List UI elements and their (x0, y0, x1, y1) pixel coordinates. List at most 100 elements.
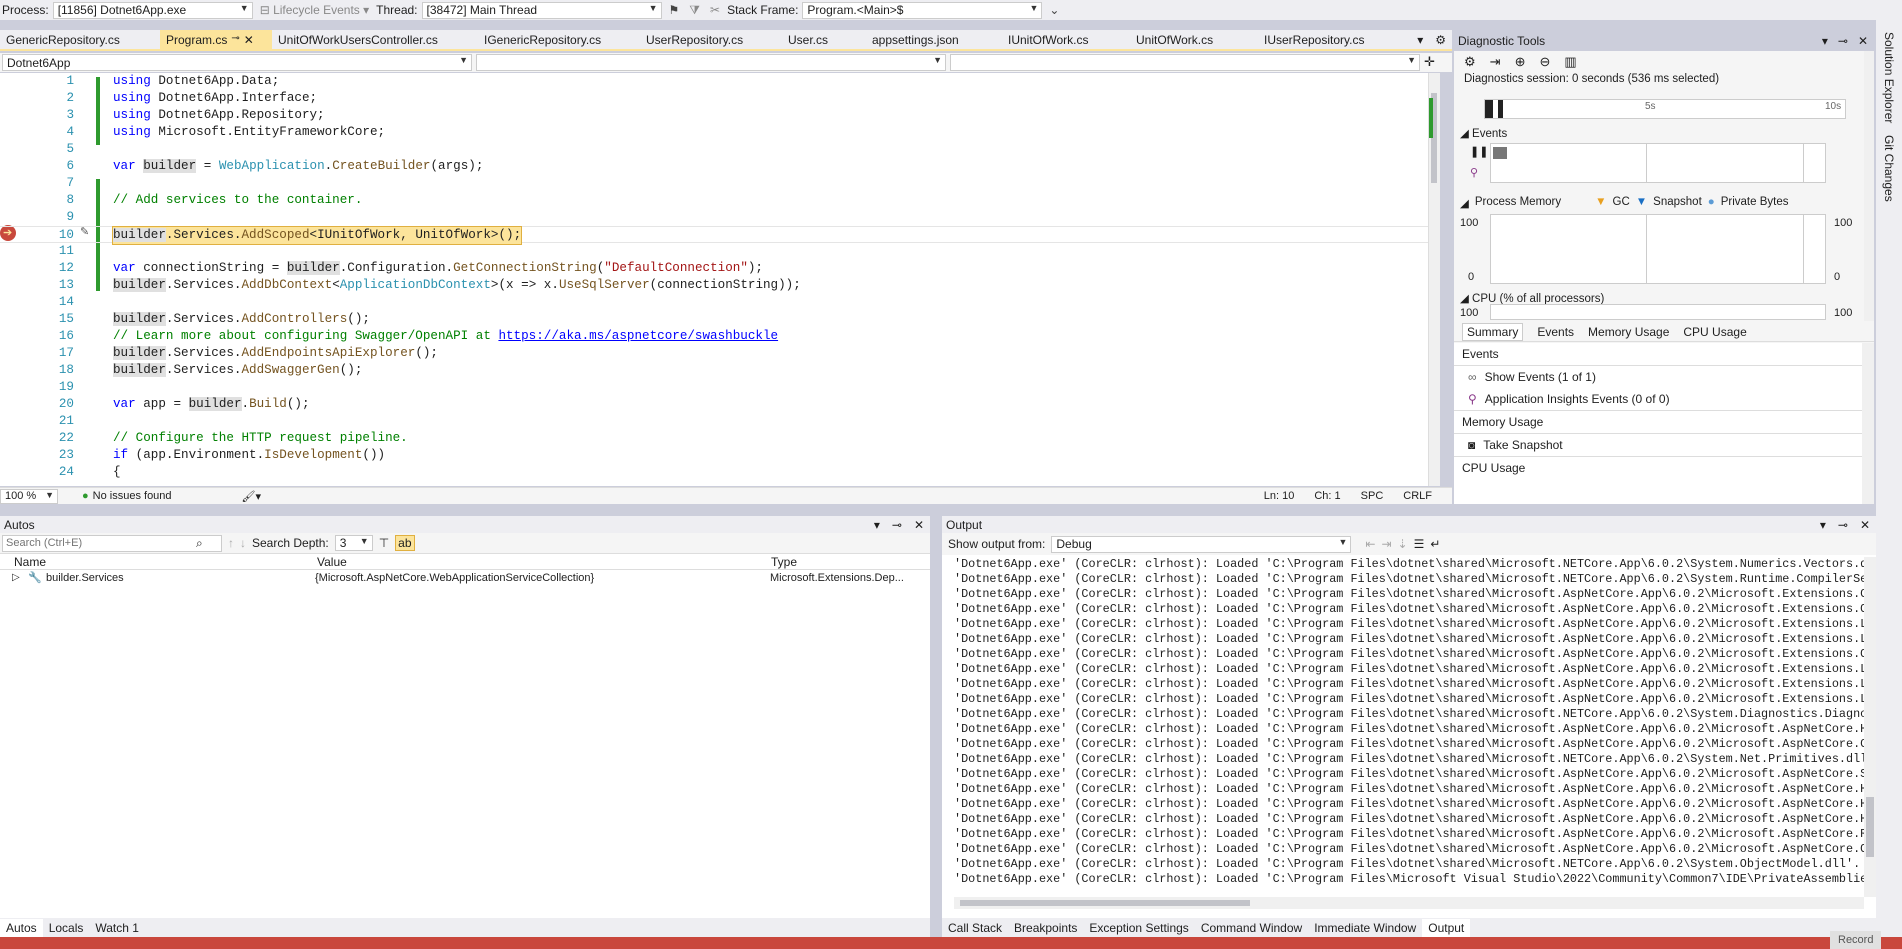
output-text[interactable]: 'Dotnet6App.exe' (CoreCLR: clrhost): Loa… (954, 557, 1864, 892)
project-combo[interactable]: Dotnet6App ▼ (2, 54, 472, 71)
tab-call-stack[interactable]: Call Stack (942, 919, 1008, 937)
lifecycle-events-button[interactable]: ⊟ Lifecycle Events ▾ (257, 3, 372, 17)
overflow-icon[interactable]: ⌄ (1046, 3, 1062, 17)
take-snapshot-button[interactable]: Take Snapshot (1483, 438, 1562, 452)
tab-summary[interactable]: Summary (1462, 322, 1524, 341)
column-header-value[interactable]: Value (317, 555, 347, 569)
memory-graph[interactable] (1490, 214, 1826, 284)
diagnostic-scrollbar[interactable] (1864, 51, 1874, 321)
line-ending-indicator[interactable]: CRLF (1403, 490, 1432, 502)
output-source-combo[interactable]: Debug ▼ (1051, 535, 1352, 553)
output-vertical-scrollbar[interactable] (1864, 557, 1876, 897)
thread-combo[interactable]: [38472] Main Thread ▼ (421, 1, 662, 19)
tab-user[interactable]: User.cs (782, 30, 866, 49)
tab-appsettings[interactable]: appsettings.json (866, 30, 1002, 49)
tab-cpu-usage[interactable]: CPU Usage (1683, 325, 1746, 339)
chevron-down-icon[interactable]: ▾ (1822, 34, 1828, 48)
close-icon[interactable]: ✕ (1858, 34, 1868, 48)
code-editor[interactable]: ➔ ✎ 1 using Dotnet6App.Data; 2 using Dotne… (0, 73, 1440, 486)
tab-command-window[interactable]: Command Window (1195, 919, 1308, 937)
expand-icon[interactable]: ▷ (12, 572, 20, 583)
search-depth-combo[interactable]: 3 ▼ (334, 535, 373, 551)
close-icon[interactable]: ✕ (914, 518, 924, 532)
pin-icon[interactable]: ⊸ (1838, 34, 1848, 48)
take-snapshot-row[interactable]: ◙ Take Snapshot (1454, 434, 1862, 456)
search-input[interactable] (6, 537, 196, 549)
pause-icon[interactable]: ❚❚ (1470, 145, 1488, 158)
variable-value[interactable]: {Microsoft.AspNetCore.WebApplicationServ… (315, 572, 594, 584)
word-wrap-icon[interactable]: ↵ (1430, 537, 1440, 551)
tab-breakpoints[interactable]: Breakpoints (1008, 919, 1083, 937)
split-icon[interactable]: ✛ (1424, 54, 1435, 71)
tab-immediate-window[interactable]: Immediate Window (1308, 919, 1422, 937)
stackframe-combo[interactable]: Program.<Main>$ ▼ (802, 1, 1043, 19)
record-button[interactable]: Record (1830, 931, 1882, 949)
whitespace-indicator[interactable]: SPC (1361, 490, 1384, 502)
app-insights-row[interactable]: ⚲ Application Insights Events (0 of 0) (1454, 388, 1862, 410)
scrollbar-thumb[interactable] (960, 900, 1250, 906)
pin-icon[interactable]: ⊸ (1838, 518, 1848, 532)
column-indicator[interactable]: Ch: 1 (1314, 490, 1340, 502)
gear-icon[interactable]: ⚙ (1464, 54, 1476, 70)
filter-icon[interactable]: ⧩ (686, 3, 703, 18)
process-combo[interactable]: [11856] Dotnet6App.exe ▼ (52, 1, 253, 19)
tab-iuserrepository[interactable]: IUserRepository.cs (1258, 30, 1408, 49)
column-header-name[interactable]: Name (14, 555, 46, 569)
tab-watch-1[interactable]: Watch 1 (89, 919, 145, 937)
clear-all-icon[interactable]: ☰ (1414, 537, 1425, 551)
events-track[interactable] (1490, 143, 1826, 183)
close-icon[interactable]: ✕ (244, 33, 254, 49)
brush-icon[interactable]: 🖌▾ (242, 490, 262, 503)
tab-unitofwork[interactable]: UnitOfWork.cs (1130, 30, 1258, 49)
pin-icon[interactable]: ⊸ (892, 518, 902, 532)
tab-memory-usage[interactable]: Memory Usage (1588, 325, 1669, 339)
tab-genericrepository[interactable]: GenericRepository.cs (0, 30, 160, 49)
output-horizontal-scrollbar[interactable] (954, 897, 1864, 909)
tab-locals[interactable]: Locals (43, 919, 90, 937)
tab-iunitofwork[interactable]: IUnitOfWork.cs (1002, 30, 1130, 49)
solution-explorer-tab[interactable]: Solution Explorer (1882, 32, 1896, 123)
export-icon[interactable]: ⇥ (1490, 54, 1501, 70)
arrow-up-icon[interactable]: ↑ (228, 536, 234, 550)
hex-display-icon[interactable]: ab (395, 535, 415, 551)
issues-status[interactable]: No issues found (93, 490, 172, 502)
zoom-out-icon[interactable]: ⊖ (1539, 54, 1550, 70)
comment-link[interactable]: https://aka.ms/aspnetcore/swashbuckle (498, 329, 778, 343)
chevron-down-icon[interactable]: ▾ (1820, 518, 1826, 532)
show-events-link[interactable]: Show Events (1 of 1) (1485, 370, 1596, 384)
app-insights-link[interactable]: Application Insights Events (0 of 0) (1485, 392, 1670, 406)
tab-list-dropdown-icon[interactable]: ▾ (1411, 30, 1429, 49)
tab-events[interactable]: Events (1537, 325, 1574, 339)
search-icon[interactable]: ⌕ (196, 536, 203, 551)
find-next-icon[interactable]: ⇥ (1381, 537, 1391, 551)
table-row[interactable]: ▷ 🔧 builder.Services {Microsoft.AspNetCo… (0, 570, 930, 587)
summary-scrollbar[interactable] (1862, 343, 1874, 504)
find-prev-icon[interactable]: ⇤ (1365, 537, 1375, 551)
zoom-in-icon[interactable]: ⊕ (1515, 54, 1526, 70)
tab-autos[interactable]: Autos (0, 918, 43, 937)
show-events-row[interactable]: ∞ Show Events (1 of 1) (1454, 366, 1862, 388)
pin-view-icon[interactable]: ⊤ (379, 536, 389, 550)
member-combo[interactable]: ▼ (950, 54, 1420, 71)
flag-icon[interactable]: ⚑ (666, 3, 683, 17)
column-header-type[interactable]: Type (771, 555, 797, 569)
gear-icon[interactable]: ⚙ (1429, 30, 1452, 49)
git-changes-tab[interactable]: Git Changes (1882, 135, 1896, 202)
tab-program[interactable]: Program.cs ⊸ ✕ (160, 30, 272, 49)
tab-output[interactable]: Output (1422, 918, 1471, 937)
cpu-graph[interactable] (1490, 304, 1826, 320)
tab-userrepository[interactable]: UserRepository.cs (640, 30, 782, 49)
timeline-ruler[interactable]: 5s 10s (1484, 99, 1846, 119)
zoom-combo[interactable]: 100 % ▼ (0, 488, 58, 504)
tab-exception-settings[interactable]: Exception Settings (1083, 919, 1194, 937)
tab-igenericrepository[interactable]: IGenericRepository.cs (478, 30, 640, 49)
line-indicator[interactable]: Ln: 10 (1264, 490, 1295, 502)
close-icon[interactable]: ✕ (1860, 518, 1870, 532)
chevron-down-icon[interactable]: ▾ (874, 518, 880, 532)
editor-scrollbar[interactable] (1428, 73, 1440, 486)
tab-unitofworkuserscontroller[interactable]: UnitOfWorkUsersController.cs (272, 30, 478, 49)
pin-icon[interactable]: ⊸ (231, 33, 239, 49)
arrow-down-icon[interactable]: ↓ (240, 536, 246, 550)
chart-icon[interactable]: ▥ (1564, 54, 1576, 70)
scrollbar-thumb[interactable] (1866, 797, 1874, 857)
